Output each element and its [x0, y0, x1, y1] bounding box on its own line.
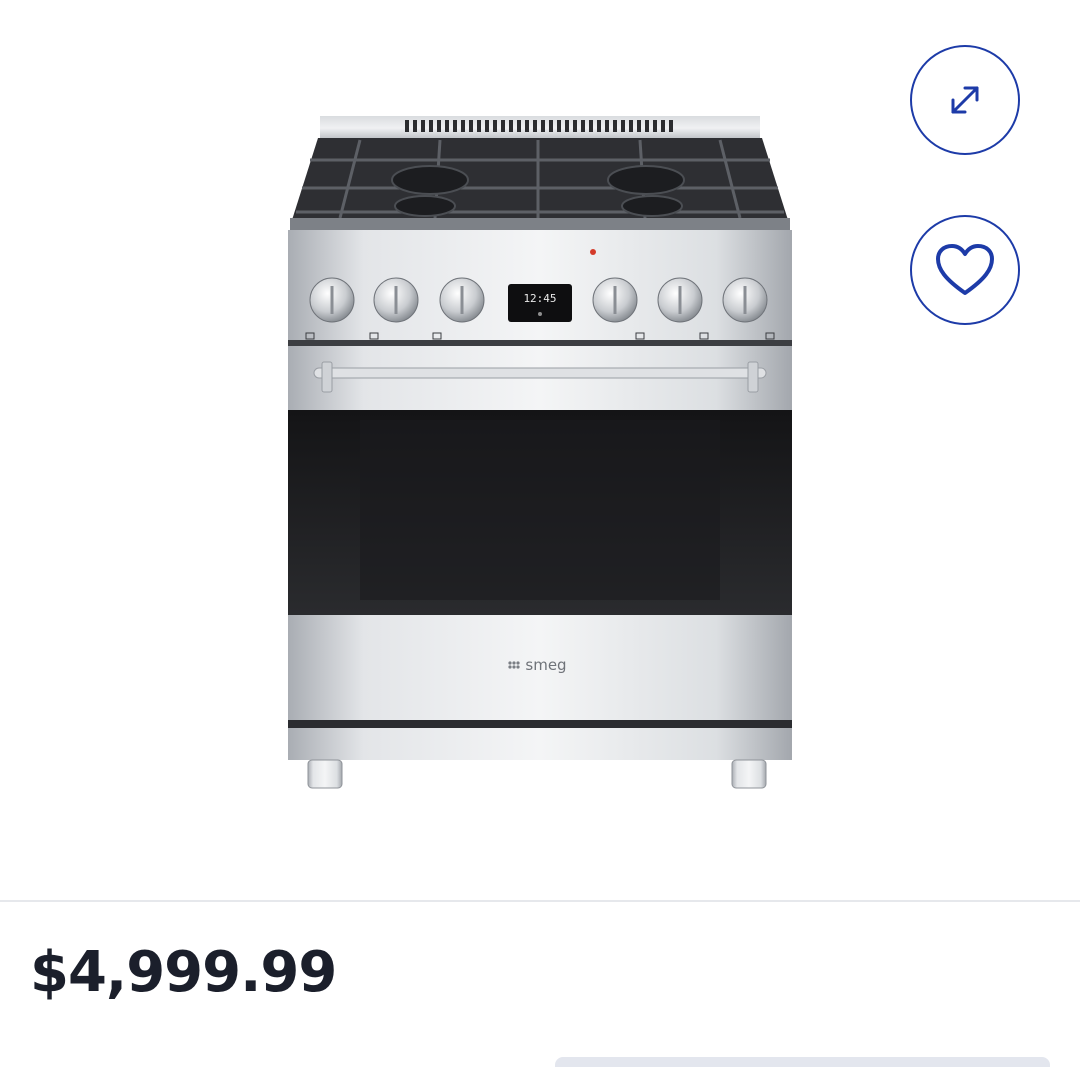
- product-price: $4,999.99: [30, 940, 337, 1005]
- product-page: 12:45 smeg $4,999.99: [0, 0, 1080, 1067]
- add-to-favorites-button[interactable]: [910, 215, 1020, 325]
- heart-icon: [936, 244, 994, 295]
- section-divider: [0, 900, 1080, 902]
- brand-logo: smeg: [525, 656, 566, 674]
- oven-display-time: 12:45: [523, 292, 556, 305]
- expand-image-button[interactable]: [910, 45, 1020, 155]
- product-image-range-oven[interactable]: 12:45 smeg: [270, 100, 810, 810]
- product-image-gallery[interactable]: 12:45 smeg: [0, 0, 1080, 900]
- expand-arrows-icon: [951, 86, 979, 114]
- partial-action-button[interactable]: [555, 1057, 1050, 1067]
